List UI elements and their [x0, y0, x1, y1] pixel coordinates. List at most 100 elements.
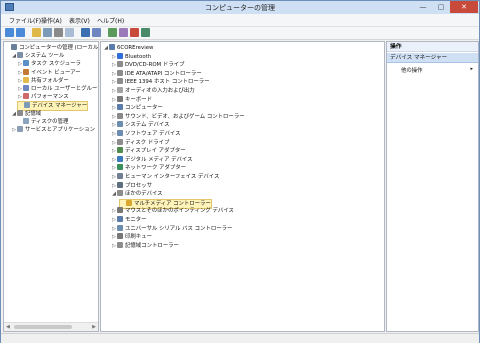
device-manager-action-section[interactable]: デバイス マネージャー — [387, 53, 478, 63]
device-tree-item-label: システム デバイス — [125, 122, 170, 129]
device-tree-item-row[interactable]: ▷ オーディオの入力および出力 — [111, 87, 195, 95]
maximize-button[interactable]: ▢ — [432, 1, 450, 13]
shared-folder-icon — [23, 76, 29, 83]
device-tree-item-row[interactable]: ▷ IDE ATA/ATAPI コントローラー — [111, 69, 202, 78]
device-tree-item-label: ディスク ドライブ — [125, 139, 170, 146]
device-tree-item-row[interactable]: ▷ ネットワーク アダプター — [111, 164, 186, 172]
device-tree-item-row[interactable]: ▷ IEEE 1394 ホスト コントローラー — [111, 78, 210, 86]
device-tree-item-row[interactable]: ▷ ヒューマン インターフェイス デバイス — [111, 173, 219, 181]
device-tree-item-row[interactable]: ◢ ほかのデバイス — [111, 190, 163, 198]
show-hide-tree-icon[interactable] — [43, 28, 52, 37]
display-adapter-icon — [117, 147, 123, 154]
device-tree-item-label: ほかのデバイス — [125, 191, 163, 198]
device-tree-item-label: ディスプレイ アダプター — [125, 148, 186, 155]
device-tree-item-label: ユニバーサル シリアル バス コントローラー — [125, 225, 233, 232]
nav-tree-item-label: ローカル ユーザーとグループ — [31, 86, 99, 92]
scroll-right-icon[interactable]: ▶ — [92, 324, 96, 330]
nav-tree-item-row[interactable]: ▷ サービスとアプリケーション — [11, 126, 95, 134]
printer-icon — [117, 233, 123, 240]
nav-tree-item-label: タスク スケジューラ — [31, 61, 81, 68]
media-device-icon — [117, 155, 123, 162]
close-button[interactable]: ✕ — [450, 1, 478, 13]
refresh-icon[interactable] — [65, 28, 74, 37]
nav-tree-item-label: コンピューターの管理 (ローカル) — [19, 45, 99, 51]
device-tree-item-label: ネットワーク アダプター — [125, 165, 187, 172]
hid-icon — [117, 173, 123, 179]
menu-bar: ファイル(F) 操作(A) 表示(V) ヘルプ(H) — [1, 14, 479, 27]
keyboard-icon — [117, 95, 123, 102]
scroll-thumb[interactable] — [14, 325, 72, 329]
nav-tree-item-row[interactable]: コンピューターの管理 (ローカル) — [5, 44, 99, 52]
ide-controller-icon — [117, 69, 123, 76]
nav-tree-item-row[interactable]: ▷ イベント ビューアー — [17, 68, 81, 77]
scan-hardware-icon[interactable] — [119, 28, 128, 37]
device-tree-item-label: Bluetooth — [125, 53, 152, 60]
storage-icon — [17, 109, 23, 116]
device-tree-item-row[interactable]: ▷ ディスク ドライブ — [111, 138, 170, 147]
status-bar — [1, 333, 479, 343]
uninstall-icon[interactable] — [130, 28, 139, 37]
enable-device-icon[interactable] — [141, 28, 150, 37]
device-tree-item-row[interactable]: ▷ システム デバイス — [111, 121, 170, 129]
forward-arrow-icon[interactable] — [16, 28, 25, 37]
device-tree-item-row[interactable]: ▷ マウスとそのほかのポインティング デバイス — [111, 207, 234, 215]
device-tree-item-row[interactable]: ▷ ユニバーサル シリアル バス コントローラー — [111, 224, 233, 233]
device-tree-item-label: モニター — [125, 217, 147, 223]
storage-controller-icon — [117, 241, 123, 248]
update-driver-icon[interactable] — [108, 28, 117, 37]
menu-action[interactable]: 操作(A) — [41, 16, 62, 25]
dvd-drive-icon — [117, 61, 123, 68]
nav-tree-item-row[interactable]: ▷ 共有フォルダー — [17, 76, 69, 85]
device-tree-item-row[interactable]: ▷ Bluetooth — [111, 52, 152, 61]
device-tree-item-row[interactable]: ▷ ディスプレイ アダプター — [111, 147, 186, 155]
device-tree-item-label: IEEE 1394 ホスト コントローラー — [125, 79, 210, 86]
device-tree-item-label: 印刷キュー — [125, 234, 152, 241]
nav-tree-item-row[interactable]: ディスクの管理 — [17, 117, 69, 126]
menu-help[interactable]: ヘルプ(H) — [97, 16, 124, 25]
back-arrow-icon[interactable] — [5, 28, 14, 37]
event-viewer-icon — [23, 68, 29, 75]
device-tree-item-label: IDE ATA/ATAPI コントローラー — [125, 70, 202, 77]
disk-drive-icon — [117, 138, 123, 145]
up-folder-icon[interactable] — [32, 28, 41, 37]
device-tree-item-row[interactable]: ▷ コンピューター — [111, 104, 163, 112]
nav-tree-item-row[interactable]: ◢ システム ツール — [11, 52, 64, 60]
device-tree-item-row[interactable]: ▷ モニター — [111, 216, 147, 224]
title-bar[interactable]: コンピューターの管理 — ▢ ✕ — [1, 1, 479, 14]
device-tree-item-row[interactable]: ▷ デジタル メディア デバイス — [111, 155, 193, 164]
menu-file[interactable]: ファイル(F) — [9, 16, 41, 25]
nav-tree-item-label: ディスクの管理 — [31, 118, 69, 125]
properties-icon[interactable] — [54, 28, 63, 37]
device-tree-item-row[interactable]: ▷ DVD/CD-ROM ドライブ — [111, 61, 185, 69]
scroll-left-icon[interactable]: ◀ — [6, 324, 10, 330]
mouse-icon — [117, 207, 123, 214]
nav-tree-item-row[interactable]: ▷ パフォーマンス — [17, 93, 69, 101]
device-tree-item-label: ヒューマン インターフェイス デバイス — [125, 174, 220, 180]
nav-tree-item-row[interactable]: ▷ タスク スケジューラ — [17, 60, 81, 68]
nav-tree-item-row[interactable]: ▷ ローカル ユーザーとグループ — [17, 85, 99, 93]
device-tree-item-label: オーディオの入力および出力 — [125, 88, 195, 94]
actions-header: 操作 — [387, 42, 478, 52]
bluetooth-icon — [117, 52, 123, 59]
device-tree-item-row[interactable]: ▷ サウンド、ビデオ、およびゲーム コントローラー — [111, 112, 245, 121]
device-tree-item-row[interactable]: ◢ 6COREreview — [103, 44, 153, 52]
device-tree-item-label: デジタル メディア デバイス — [125, 156, 193, 163]
device-tree-item-row[interactable]: ▷ 印刷キュー — [111, 233, 152, 241]
left-horizontal-scrollbar[interactable]: ◀ ▶ — [4, 322, 98, 331]
software-device-icon — [117, 130, 123, 136]
other-devices-icon — [117, 190, 123, 197]
device-tree-item-row[interactable]: ▷ キーボード — [111, 95, 152, 104]
device-tree-item-row[interactable]: ▷ ソフトウェア デバイス — [111, 130, 180, 138]
help-icon[interactable] — [81, 28, 90, 37]
warning-icon — [126, 199, 132, 206]
more-actions-link[interactable]: 他の操作 — [401, 66, 423, 74]
minimize-button[interactable]: — — [414, 1, 432, 13]
device-view-icon[interactable] — [92, 28, 101, 37]
disk-icon — [23, 117, 29, 124]
nav-tree-item-row[interactable]: ◢ 記憶域 — [11, 109, 41, 118]
menu-view[interactable]: 表示(V) — [69, 16, 90, 25]
device-tree-item-row[interactable]: ▷ 記憶域コントローラー — [111, 241, 179, 250]
sound-icon — [117, 112, 123, 119]
clock-icon — [23, 60, 29, 67]
device-tree-item-row[interactable]: ▷ プロセッサ — [111, 181, 152, 190]
